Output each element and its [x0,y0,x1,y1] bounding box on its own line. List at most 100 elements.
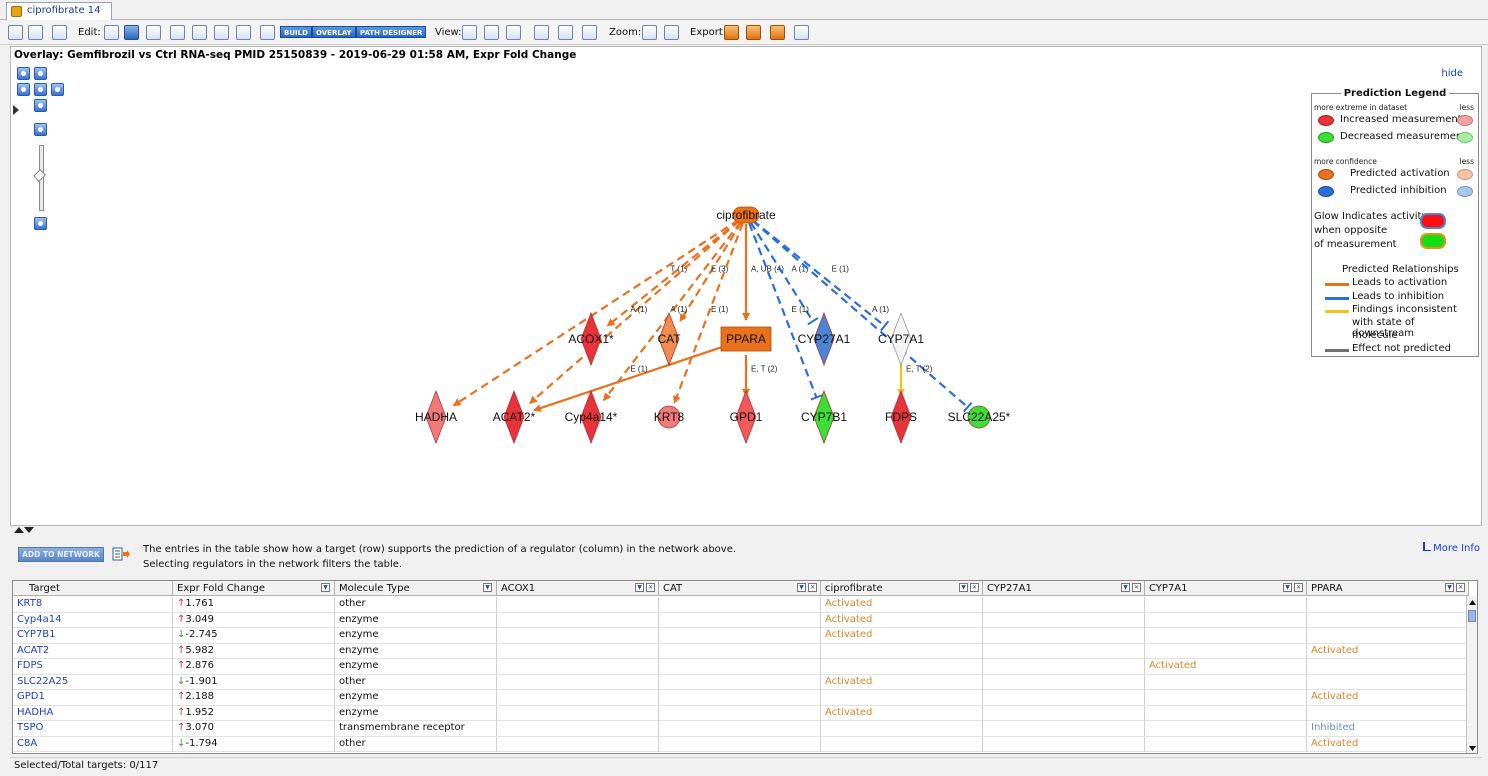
refresh-icon[interactable] [124,25,139,40]
target-link[interactable]: Cyp4a14 [13,612,173,628]
filter-icon[interactable]: ▼ [1121,583,1130,592]
filter-icon[interactable]: ▼ [1283,583,1292,592]
undo-icon[interactable] [214,25,229,40]
export-email-icon[interactable] [770,25,785,40]
close-column-icon[interactable]: ✕ [1132,583,1141,592]
edge-ciprofibrate-HADHA[interactable] [452,218,740,407]
tab-ciprofibrate[interactable]: ciprofibrate 14 [6,2,112,20]
node-CAT[interactable]: CAT [657,311,681,367]
table-row[interactable]: Cyp4a14 ↑3.049 enzyme Activated [13,612,1469,628]
column-header[interactable]: ACOX1 ▼ ✕ [497,581,659,596]
filter-icon[interactable]: ▼ [1445,583,1454,592]
filter-icon[interactable]: ▼ [321,583,330,592]
node-PPARA[interactable]: PPARA [720,326,772,352]
list-view-icon[interactable] [534,25,549,40]
copy-icon[interactable] [170,25,185,40]
network-canvas[interactable]: Overlay: Gemfibrozil vs Ctrl RNA-seq PMI… [10,46,1482,526]
table-row[interactable]: CYP7B1 ↓-2.745 enzyme Activated [13,628,1469,644]
edge-ciprofibrate-PPARA[interactable]: A, UB (4) [742,224,784,321]
link-icon[interactable] [506,25,521,40]
node-HADHA[interactable]: HADHA [415,389,457,445]
zoom-out-icon[interactable] [664,25,679,40]
node-ACAT2[interactable]: ACAT2* [493,389,536,445]
search-icon[interactable] [260,25,275,40]
column-header[interactable]: Expr Fold Change ▼ [173,581,335,596]
table-scrollbar[interactable] [1466,596,1477,753]
table-row[interactable]: SLC22A25 ↓-1.901 other Activated [13,674,1469,690]
column-header[interactable]: CAT ▼ ✕ [659,581,821,596]
edit-pencil-icon[interactable] [104,25,119,40]
edge-CYP7A1-FDPS[interactable]: E, T (2) [897,357,933,397]
table-row[interactable]: C8A ↓-1.794 other Activated [13,736,1469,752]
edge-line[interactable] [532,343,732,412]
target-link[interactable]: KRT8 [13,597,173,612]
save-icon[interactable] [8,25,23,40]
table-row[interactable]: KRT8 ↑1.761 other Activated [13,597,1469,613]
node-KRT8[interactable]: KRT8 [654,405,685,429]
overlay-button[interactable]: OVERLAY [312,26,356,38]
scroll-down-icon[interactable] [1468,744,1477,753]
node-Cyp4a14[interactable]: Cyp4a14* [565,389,618,445]
target-link[interactable]: FDPS [13,659,173,674]
close-column-icon[interactable]: ✕ [808,583,817,592]
node-CYP7A1[interactable]: CYP7A1 [878,311,924,367]
target-link[interactable]: HADHA [13,705,173,721]
close-column-icon[interactable]: ✕ [1294,583,1303,592]
export-table-icon[interactable] [112,547,130,562]
save-as-icon[interactable] [28,25,43,40]
column-header[interactable]: ciprofibrate ▼ ✕ [821,581,983,596]
build-button[interactable]: BUILD [280,26,312,38]
close-column-icon[interactable]: ✕ [1456,583,1465,592]
node-CYP7B1[interactable]: CYP7B1 [801,389,847,445]
node-ciprofibrate[interactable]: ciprofibrate [716,206,776,224]
delete-icon[interactable] [146,25,161,40]
target-link[interactable]: CYP7B1 [13,628,173,643]
node-CYP27A1[interactable]: CYP27A1 [798,311,851,367]
table-view-icon[interactable] [558,25,573,40]
add-to-network-button[interactable]: ADD TO NETWORK [18,547,104,562]
filter-icon[interactable]: ▼ [483,583,492,592]
column-header[interactable]: CYP27A1 ▼ ✕ [983,581,1145,596]
filter-icon[interactable]: ▼ [959,583,968,592]
redo-icon[interactable] [236,25,251,40]
edge-line[interactable] [452,218,740,407]
fit-view-icon[interactable] [462,25,477,40]
node-GPD1[interactable]: GPD1 [730,389,763,445]
target-link[interactable]: TSPO [13,721,173,736]
export-print-icon[interactable] [794,25,809,40]
table-row[interactable]: HADHA ↑1.952 enzyme Activated [13,705,1469,721]
target-link[interactable]: C8A [13,736,173,752]
table-row[interactable]: FDPS ↑2.876 enzyme Activated [13,659,1469,675]
splitter-arrows-icon[interactable] [14,527,34,533]
close-column-icon[interactable]: ✕ [646,583,655,592]
table-row[interactable]: TSPO ↑3.070 transmembrane receptor Inhibite… [13,721,1469,737]
export-image-icon[interactable] [724,25,739,40]
export-document-icon[interactable] [746,25,761,40]
edge-PPARA-GPD1[interactable]: E, T (2) [742,355,778,397]
hide-legend-link[interactable]: hide [1441,68,1463,79]
close-column-icon[interactable]: ✕ [970,583,979,592]
column-header[interactable]: Molecule Type ▼ [335,581,497,596]
edge-PPARA-ACAT2[interactable]: E (1) [532,343,732,412]
print-icon[interactable] [52,25,67,40]
node-FDPS[interactable]: FDPS [885,389,917,445]
target-link[interactable]: SLC22A25 [13,674,173,690]
more-info-link[interactable]: More Info [1423,542,1480,554]
notes-icon[interactable] [582,25,597,40]
filter-icon[interactable]: ▼ [797,583,806,592]
filter-icon[interactable]: ▼ [635,583,644,592]
panel-splitter[interactable] [10,527,1482,533]
layout-icon[interactable] [484,25,499,40]
paste-icon[interactable] [192,25,207,40]
scroll-up-icon[interactable] [1468,598,1477,607]
target-link[interactable]: GPD1 [13,690,173,705]
node-SLC22A25[interactable]: SLC22A25* [948,405,1011,429]
target-link[interactable]: ACAT2 [13,643,173,659]
column-header[interactable]: Target [13,581,173,596]
table-row[interactable]: ACAT2 ↑5.982 enzyme Activated [13,643,1469,659]
column-header[interactable]: PPARA ▼ ✕ [1307,581,1469,596]
table-row[interactable]: GPD1 ↑2.188 enzyme Activated [13,690,1469,706]
zoom-in-icon[interactable] [642,25,657,40]
path-designer-button[interactable]: PATH DESIGNER [356,26,427,38]
column-header[interactable]: CYP7A1 ▼ ✕ [1145,581,1307,596]
